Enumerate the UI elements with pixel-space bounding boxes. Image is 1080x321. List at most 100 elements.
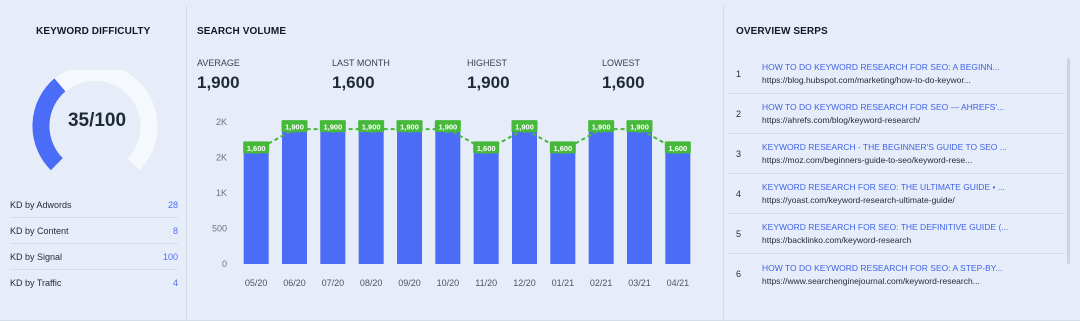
y-tick-label: 2K (216, 117, 227, 127)
bar (473, 150, 499, 264)
kd-value: 28 (167, 199, 178, 210)
serp-scrollbar[interactable] (1067, 58, 1070, 264)
serp-list: 1 HOW TO DO KEYWORD RESEARCH FOR SEO: A … (728, 54, 1064, 294)
bar (588, 129, 614, 264)
kd-value: 8 (172, 225, 178, 236)
serp-title-link[interactable]: HOW TO DO KEYWORD RESEARCH FOR SEO — AHR… (762, 102, 1064, 112)
x-tick-label: 10/20 (437, 278, 460, 288)
bar (512, 129, 537, 264)
x-tick-label: 12/20 (513, 278, 536, 288)
x-tick-label: 08/20 (360, 278, 383, 288)
kd-row-content: KD by Content 8 (10, 218, 178, 244)
bar (627, 129, 652, 264)
kd-breakdown-list: KD by Adwords 28 KD by Content 8 KD by S… (10, 192, 178, 296)
data-label: 1,900 (515, 123, 534, 132)
overview-serps-title: OVERVIEW SERPS (736, 26, 828, 37)
serp-title-link[interactable]: KEYWORD RESEARCH - THE BEGINNER'S GUIDE … (762, 142, 1064, 152)
x-tick-label: 07/20 (322, 278, 345, 288)
stat-label: LAST MONTH (332, 58, 390, 68)
stat-value: 1,900 (197, 73, 240, 92)
stat-value: 1,600 (332, 73, 375, 92)
bar (435, 129, 461, 264)
bar (358, 129, 384, 264)
serp-item: 4 KEYWORD RESEARCH FOR SEO: THE ULTIMATE… (728, 174, 1064, 214)
y-tick-label: 500 (212, 224, 227, 234)
data-label: 1,900 (438, 123, 457, 132)
kd-value: 100 (162, 251, 178, 262)
overview-serps-panel: OVERVIEW SERPS 1 HOW TO DO KEYWORD RESEA… (726, 6, 1074, 321)
data-label: 1,900 (362, 123, 381, 132)
bar (320, 129, 346, 264)
data-label: 1,900 (630, 123, 649, 132)
data-label: 1,900 (592, 123, 611, 132)
bar (282, 129, 307, 264)
serp-title-link[interactable]: KEYWORD RESEARCH FOR SEO: THE DEFINITIVE… (762, 222, 1064, 232)
data-label: 1,600 (247, 144, 266, 153)
serp-title-link[interactable]: HOW TO DO KEYWORD RESEARCH FOR SEO: A ST… (762, 263, 1064, 273)
bar (243, 150, 269, 264)
bar (550, 150, 576, 264)
serp-item: 3 KEYWORD RESEARCH - THE BEGINNER'S GUID… (728, 134, 1064, 174)
kd-value: 4 (172, 278, 178, 288)
x-tick-label: 06/20 (283, 278, 306, 288)
x-tick-label: 04/21 (667, 278, 690, 288)
trend-line (255, 127, 679, 152)
serp-url: https://blog.hubspot.com/marketing/how-t… (762, 75, 971, 85)
volume-stats: AVERAGE 1,900 LAST MONTH 1,600 HIGHEST 1… (197, 58, 717, 108)
serp-item: 6 HOW TO DO KEYWORD RESEARCH FOR SEO: A … (728, 254, 1064, 294)
stat-highest: HIGHEST 1,900 (467, 58, 510, 93)
kd-label: KD by Content (10, 225, 69, 236)
data-label: 1,600 (668, 144, 687, 153)
kd-label: KD by Adwords (10, 199, 72, 210)
serp-title-link[interactable]: HOW TO DO KEYWORD RESEARCH FOR SEO: A BE… (762, 62, 1064, 72)
stat-value: 1,900 (467, 73, 510, 92)
keyword-difficulty-title: KEYWORD DIFFICULTY (36, 26, 151, 37)
serp-item: 5 KEYWORD RESEARCH FOR SEO: THE DEFINITI… (728, 214, 1064, 254)
y-tick-label: 0 (222, 259, 227, 269)
kd-label: KD by Traffic (10, 278, 62, 288)
x-tick-label: 03/21 (628, 278, 651, 288)
serp-title-link[interactable]: KEYWORD RESEARCH FOR SEO: THE ULTIMATE G… (762, 182, 1064, 192)
kd-row-signal: KD by Signal 100 (10, 244, 178, 270)
serp-item: 1 HOW TO DO KEYWORD RESEARCH FOR SEO: A … (728, 54, 1064, 94)
x-tick-label: 02/21 (590, 278, 613, 288)
data-label: 1,900 (323, 123, 342, 132)
serp-rank: 4 (736, 188, 742, 199)
bar (397, 129, 422, 264)
data-label: 1,900 (400, 123, 419, 132)
serp-url: https://yoast.com/keyword-research-ultim… (762, 195, 955, 205)
x-tick-label: 09/20 (398, 278, 421, 288)
stat-label: LOWEST (602, 58, 641, 68)
data-label: 1,900 (285, 123, 304, 132)
difficulty-score: 35/100 (67, 110, 127, 131)
y-tick-label: 2K (216, 153, 227, 163)
data-label: 1,600 (553, 144, 572, 153)
serp-url: https://ahrefs.com/blog/keyword-research… (762, 115, 921, 125)
kd-label: KD by Signal (10, 251, 63, 262)
serp-rank: 6 (736, 269, 742, 279)
serp-rank: 3 (736, 148, 742, 159)
serp-url: https://www.searchenginejournal.com/keyw… (762, 275, 980, 286)
search-volume-panel: SEARCH VOLUME AVERAGE 1,900 LAST MONTH 1… (186, 6, 724, 321)
stat-lowest: LOWEST 1,600 (602, 58, 645, 93)
serp-url: https://backlinko.com/keyword-research (762, 235, 912, 245)
search-volume-chart: 0 500 1K 2K 2K 05/20 06/20 07/20 08/20 09/20 10/20… (212, 117, 691, 288)
serp-url: https://moz.com/beginners-guide-to-seo/k… (762, 155, 973, 165)
kd-row-adwords: KD by Adwords 28 (10, 192, 178, 218)
stat-label: AVERAGE (197, 58, 240, 68)
stat-last-month: LAST MONTH 1,600 (332, 58, 390, 93)
kd-row-traffic: KD by Traffic 4 (10, 270, 178, 296)
serp-rank: 1 (736, 68, 742, 79)
x-tick-label: 05/20 (245, 278, 268, 288)
serp-rank: 5 (736, 228, 742, 239)
serp-item: 2 HOW TO DO KEYWORD RESEARCH FOR SEO — A… (728, 94, 1064, 134)
x-tick-label: 11/20 (475, 278, 497, 288)
search-volume-title: SEARCH VOLUME (197, 26, 287, 37)
keyword-difficulty-panel: KEYWORD DIFFICULTY 35/100 KD by Adwords … (6, 6, 184, 321)
x-tick-label: 01/21 (552, 278, 575, 288)
stat-average: AVERAGE 1,900 (197, 58, 240, 93)
stat-value: 1,600 (602, 73, 645, 92)
data-label: 1,600 (477, 144, 496, 153)
stat-label: HIGHEST (467, 58, 508, 68)
y-tick-label: 1K (216, 188, 227, 198)
